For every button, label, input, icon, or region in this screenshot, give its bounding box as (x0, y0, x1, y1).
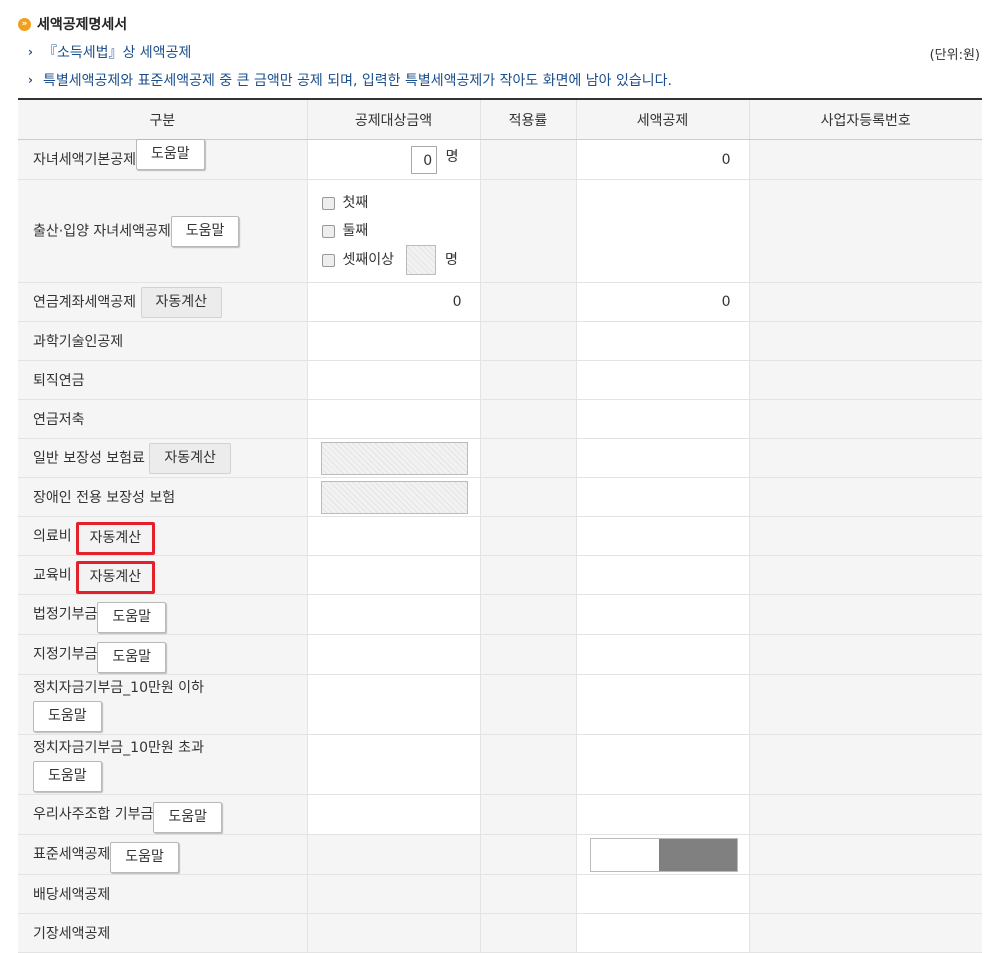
credit-value: 0 (575, 282, 749, 322)
table-row: 법정기부금 도움말 (18, 594, 982, 635)
auto-calc-button[interactable]: 자동계산 (149, 442, 231, 474)
help-button[interactable]: 도움말 (136, 139, 205, 171)
table-row: 정치자금기부금_10만원 초과 도움말 (18, 734, 982, 795)
table-row: 지정기부금 도움말 (18, 634, 982, 675)
row-label: 일반 보장성 보험료 (33, 450, 145, 466)
checkbox-first[interactable]: 첫째 (308, 189, 480, 217)
unit-label: (단위:원) (929, 48, 980, 63)
amount-value: 0 (306, 282, 480, 322)
child-count-input[interactable]: 0 (411, 145, 438, 174)
table-row: 의료비 자동계산 (18, 516, 982, 556)
help-button[interactable]: 도움말 (97, 602, 167, 633)
row-label: 교육비 (33, 567, 72, 583)
help-button[interactable]: 도움말 (97, 642, 167, 673)
row-label: 과학기술인공제 (18, 321, 307, 361)
row-label: 장애인 전용 보장성 보험 (18, 477, 307, 517)
checkbox-third-plus[interactable]: 셋째이상 명 (308, 245, 480, 275)
row-label: 퇴직연금 (18, 360, 307, 400)
help-button[interactable]: 도움말 (110, 842, 179, 873)
table-row: 연금저축 (18, 399, 982, 439)
row-label: 배당세액공제 (18, 874, 307, 914)
col-header-amount: 공제대상금액 (306, 98, 480, 140)
table-row: 출산·입양 자녀세액공제 도움말 첫째 둘째 셋째이상 명 (18, 179, 982, 283)
amount-input-disabled (320, 441, 468, 475)
row-label: 의료비 (33, 528, 72, 544)
auto-calc-button[interactable]: 자동계산 (75, 560, 156, 594)
table-row: 표준세액공제 도움말 (18, 834, 982, 875)
col-header-bizno: 사업자등록번호 (748, 98, 982, 140)
row-label: 법정기부금 (33, 606, 98, 623)
chevron-right-icon: › (28, 73, 33, 87)
help-button[interactable]: 도움말 (170, 215, 240, 247)
row-label: 표준세액공제 (33, 846, 111, 863)
col-header-credit: 세액공제 (575, 98, 749, 140)
row-label: 정치자금기부금_10만원 초과 (33, 740, 204, 756)
auto-calc-button[interactable]: 자동계산 (140, 286, 223, 318)
row-label: 출산·입양 자녀세액공제 (33, 223, 171, 239)
table-row: 퇴직연금 (18, 360, 982, 400)
col-header-rate: 적용률 (479, 98, 576, 140)
standard-credit-toggle[interactable] (589, 837, 738, 872)
checkbox-icon[interactable] (321, 224, 335, 238)
table-header-row: 구분 공제대상금액 적용률 세액공제 사업자등록번호 (18, 98, 982, 140)
row-label: 정치자금기부금_10만원 이하 (33, 680, 204, 696)
table-row: 연금계좌세액공제 자동계산 0 0 (18, 282, 982, 322)
auto-calc-button[interactable]: 자동계산 (75, 521, 156, 555)
row-label: 연금저축 (18, 399, 307, 439)
col-header-category: 구분 (18, 98, 307, 140)
row-label: 우리사주조합 기부금 (33, 806, 154, 823)
note-line-2: › 특별세액공제와 표준세액공제 중 큰 금액만 공제 되며, 입력한 특별세액… (28, 73, 672, 89)
table-row: 일반 보장성 보험료 자동계산 (18, 438, 982, 478)
chevron-right-icon: › (28, 45, 33, 59)
row-label: 연금계좌세액공제 (33, 294, 137, 310)
help-button[interactable]: 도움말 (153, 802, 223, 833)
row-label: 지정기부금 (33, 646, 98, 663)
tax-credit-table: 구분 공제대상금액 적용률 세액공제 사업자등록번호 자녀세액기본공제 도움말 0… (18, 98, 982, 953)
table-row: 배당세액공제 (18, 874, 982, 914)
row-label: 자녀세액기본공제 (33, 151, 137, 168)
table-row: 정치자금기부금_10만원 이하 도움말 (18, 674, 982, 735)
table-row: 과학기술인공제 (18, 321, 982, 361)
checkbox-icon[interactable] (321, 196, 335, 210)
table-row: 자녀세액기본공제 도움말 0 명 0 (18, 139, 982, 180)
table-row: 우리사주조합 기부금 도움말 (18, 794, 982, 835)
table-row: 장애인 전용 보장성 보험 (18, 477, 982, 517)
checkbox-icon[interactable] (321, 253, 335, 267)
help-button[interactable]: 도움말 (33, 701, 102, 732)
help-button[interactable]: 도움말 (33, 761, 102, 792)
credit-value: 0 (575, 139, 749, 180)
checkbox-second[interactable]: 둘째 (308, 217, 480, 245)
amount-input-disabled (320, 480, 468, 514)
section-header: » 세액공제명세서 (18, 14, 127, 34)
orange-bullet-icon: » (18, 17, 31, 31)
table-row: 교육비 자동계산 (18, 555, 982, 595)
section-title: 세액공제명세서 (37, 17, 128, 33)
third-count-input (406, 245, 437, 275)
note-line-1: › 『소득세법』상 세액공제 (28, 45, 192, 61)
